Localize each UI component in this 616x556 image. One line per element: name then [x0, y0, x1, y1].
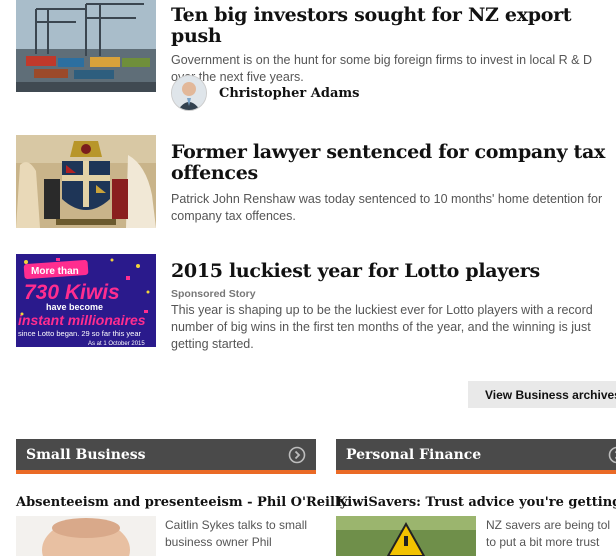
section-header-small-business[interactable]: Small Business	[16, 439, 316, 474]
article-headline[interactable]: Ten big investors sought for NZ export p…	[171, 5, 616, 47]
section-header-personal-finance[interactable]: Personal Finance	[336, 439, 616, 474]
promo-text-line4: instant millionaires	[18, 312, 146, 328]
section-summary-line: to put a bit more trust	[486, 534, 616, 551]
section-title: Personal Finance	[346, 447, 608, 463]
promo-text-line3: have become	[46, 302, 103, 312]
section-summary-line: business owner Phil	[165, 534, 307, 551]
promo-text-line1: More than	[31, 266, 79, 277]
section-headline[interactable]: Absenteeism and presenteeism - Phil O'Re…	[16, 495, 347, 510]
section-summary-line: NZ savers are being tol	[486, 517, 616, 534]
article-card: Ten big investors sought for NZ export p…	[16, 0, 616, 104]
promo-text-line6: As at 1 October 2015	[88, 341, 145, 347]
article-author[interactable]: Christopher Adams	[171, 75, 359, 111]
chevron-right-circle-icon[interactable]	[288, 446, 306, 464]
view-business-archives-button[interactable]: View Business archives	[468, 381, 616, 408]
section-headline[interactable]: KiwiSavers: Trust advice you're getting	[336, 495, 616, 510]
article-summary: Patrick John Renshaw was today sentenced…	[171, 191, 616, 225]
section-summary: Caitlin Sykes talks to small business ow…	[165, 517, 307, 551]
article-content: Ten big investors sought for NZ export p…	[171, 5, 616, 86]
section-thumbnail-road-sign[interactable]	[336, 516, 476, 556]
section-title: Small Business	[26, 447, 288, 463]
article-thumbnail-port-cranes[interactable]	[16, 0, 156, 92]
section-thumbnail-person[interactable]	[16, 516, 156, 556]
chevron-right-circle-icon[interactable]	[608, 446, 616, 464]
article-headline[interactable]: Former lawyer sentenced for company tax …	[171, 142, 616, 184]
article-card: Former lawyer sentenced for company tax …	[16, 134, 616, 229]
section-summary-line: Caitlin Sykes talks to small	[165, 517, 307, 534]
article-content: Former lawyer sentenced for company tax …	[171, 142, 616, 225]
author-avatar	[171, 75, 207, 111]
promo-text-line5: since Lotto began. 29 so far this year	[18, 329, 141, 338]
section-summary: NZ savers are being tol to put a bit mor…	[486, 517, 616, 551]
article-headline[interactable]: 2015 luckiest year for Lotto players	[171, 261, 616, 282]
author-name[interactable]: Christopher Adams	[219, 86, 359, 101]
sponsored-label: Sponsored Story	[171, 288, 616, 300]
promo-text-line2: 730 Kiwis	[24, 281, 120, 304]
article-thumbnail-lotto-promo[interactable]: More than 730 Kiwis have become instant …	[16, 254, 156, 347]
article-summary: This year is shaping up to be the luckie…	[171, 302, 616, 353]
article-thumbnail-coat-of-arms[interactable]	[16, 135, 156, 228]
article-card: More than 730 Kiwis have become instant …	[16, 254, 616, 354]
article-content: 2015 luckiest year for Lotto players Spo…	[171, 261, 616, 353]
